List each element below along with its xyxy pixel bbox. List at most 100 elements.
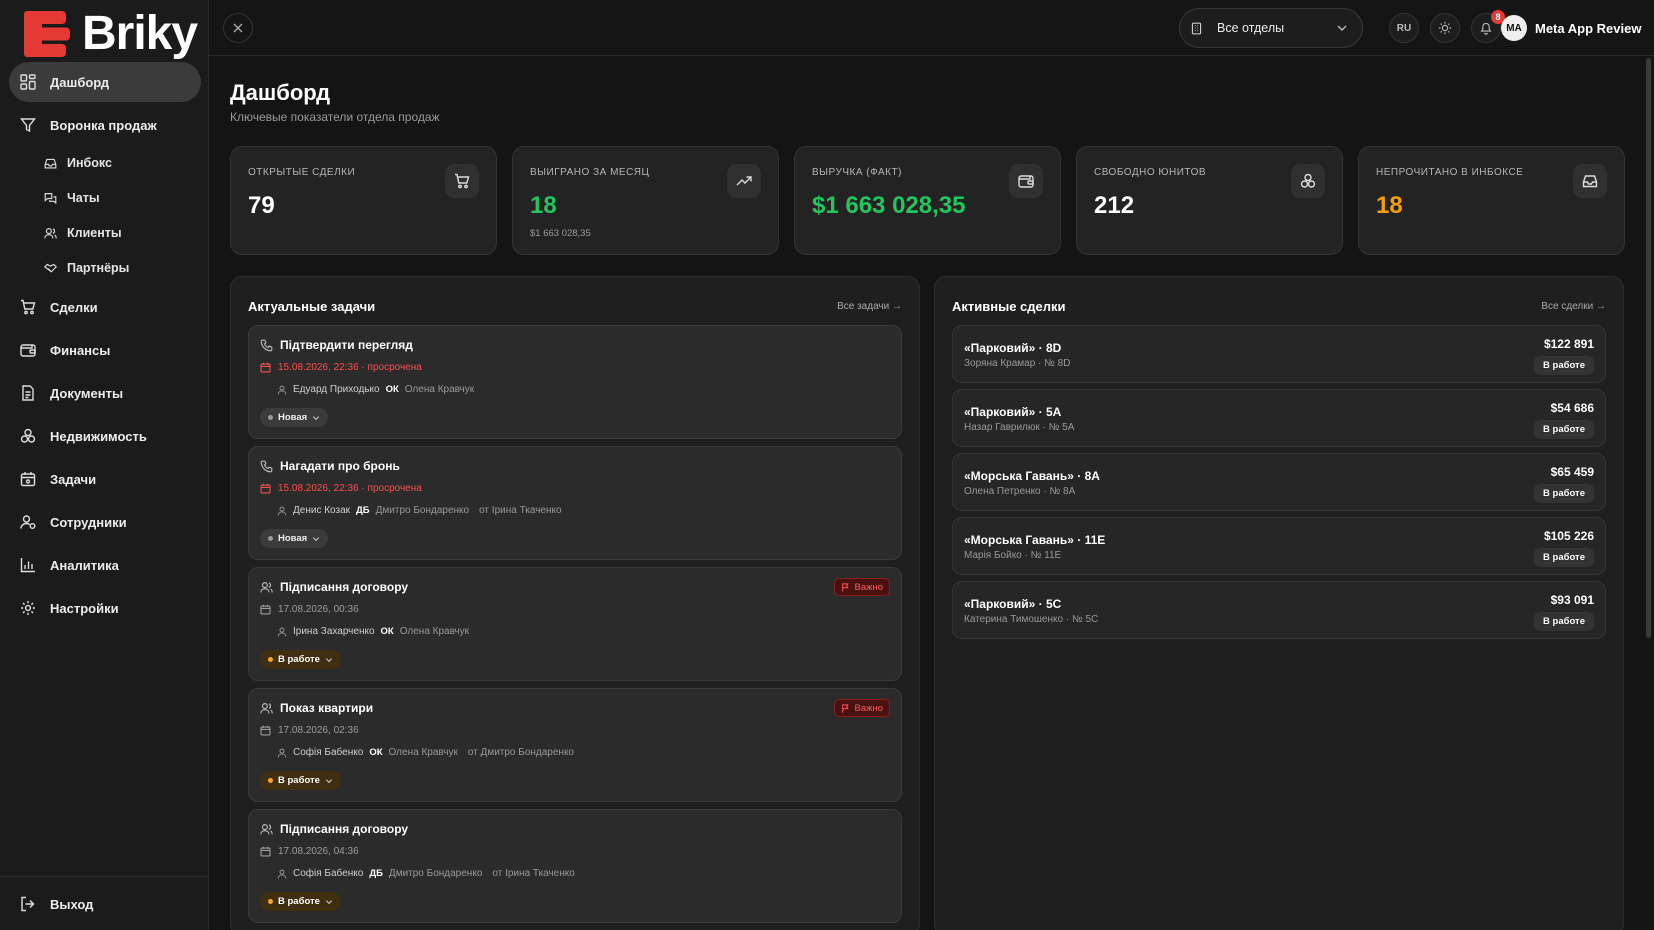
task-card[interactable]: Підписання договору 17.08.2026, 00:36 Ір… (248, 567, 902, 681)
deal-status-badge: В работе (1534, 356, 1594, 375)
department-select[interactable]: Все отделы (1179, 8, 1363, 48)
nav-sub-partners[interactable]: Партнёры (44, 255, 129, 281)
nav-sub-chats[interactable]: Чаты (44, 185, 100, 211)
nav-label: Сделки (50, 299, 98, 315)
task-status-dropdown[interactable]: Новая (260, 408, 329, 427)
important-badge[interactable]: Важно (834, 699, 890, 717)
funnel-icon (20, 118, 36, 133)
theme-toggle-button[interactable] (1430, 13, 1460, 43)
deal-status-badge: В работе (1534, 484, 1594, 503)
nav-staff[interactable]: Сотрудники (9, 502, 201, 542)
task-people: Едуард Приходько ОК Олена Кравчук (277, 384, 474, 395)
nav-finance[interactable]: Финансы (9, 330, 201, 370)
all-tasks-link[interactable]: Все задачи → (837, 301, 902, 312)
chevron-down-icon (313, 536, 320, 541)
language-button[interactable]: RU (1389, 13, 1419, 43)
task-client[interactable]: Ірина Захарченко (293, 626, 375, 637)
assignee-initials: ОК (380, 626, 394, 637)
nav-label: Воронка продаж (50, 117, 157, 133)
sun-icon (1438, 21, 1452, 35)
task-status-dropdown[interactable]: В работе (260, 892, 341, 911)
task-status-label: Новая (278, 533, 308, 544)
cart-icon (21, 299, 36, 315)
task-client[interactable]: Софія Бабенко (293, 747, 363, 758)
nav-settings[interactable]: Настройки (9, 588, 201, 628)
page-scrollbar[interactable] (1646, 58, 1651, 638)
stat-card-open-deals[interactable]: ОТКРЫТЫЕ СДЕЛКИ 79 (230, 146, 497, 255)
assignee-initials: ДБ (369, 868, 383, 879)
phone-icon (260, 339, 273, 352)
task-status-dropdown[interactable]: Новая (260, 529, 329, 548)
deal-card[interactable]: «Морська Гавань» · 8A Олена Петренко · №… (952, 453, 1606, 511)
nav-tasks[interactable]: Задачи (9, 459, 201, 499)
clients-icon (44, 227, 57, 238)
nav-logout[interactable]: Выход (9, 884, 201, 924)
stat-card-free-units[interactable]: СВОБОДНО ЮНИТОВ 212 (1076, 146, 1343, 255)
deal-title: «Парковий» · 8D (964, 341, 1062, 355)
task-assignee: Олена Кравчук (404, 384, 475, 395)
nav-sales-funnel[interactable]: Воронка продаж (9, 105, 201, 145)
task-date-value: 15.08.2026, 22:36 (278, 362, 359, 373)
nav-sub-inbox[interactable]: Инбокс (44, 150, 112, 176)
nav-deals[interactable]: Сделки (9, 287, 201, 327)
panel-title: Активные сделки (952, 299, 1066, 314)
task-date-value: 15.08.2026, 22:36 (278, 483, 359, 494)
nav-real-estate[interactable]: Недвижимость (9, 416, 201, 456)
stat-card-unread-inbox[interactable]: НЕПРОЧИТАНО В ИНБОКСЕ 18 (1358, 146, 1625, 255)
close-icon (233, 23, 243, 33)
task-date-value: 17.08.2026, 00:36 (278, 604, 359, 615)
deal-card[interactable]: «Морська Гавань» · 11E Марія Бойко · № 1… (952, 517, 1606, 575)
tasks-panel: Актуальные задачи Все задачи → Підтверди… (230, 276, 920, 930)
nav-analytics[interactable]: Аналитика (9, 545, 201, 585)
deal-subtitle: Катерина Тимошенко · № 5C (964, 614, 1099, 625)
document-icon (22, 385, 34, 401)
calendar-icon (260, 725, 271, 736)
gear-icon (21, 601, 35, 615)
task-status-label: Новая (278, 412, 308, 423)
sub-label: Клиенты (67, 226, 122, 240)
notifications-button[interactable]: 8 (1471, 10, 1505, 43)
task-card[interactable]: Підписання договору 17.08.2026, 04:36 Со… (248, 809, 902, 923)
important-badge[interactable]: Важно (834, 578, 890, 596)
user-menu[interactable]: MA Meta App Review (1501, 12, 1641, 44)
dashboard-icon (20, 74, 36, 90)
task-from: от Ірина Ткаченко (479, 505, 562, 516)
task-client[interactable]: Едуард Приходько (293, 384, 380, 395)
nav-documents[interactable]: Документы (9, 373, 201, 413)
deal-card[interactable]: «Парковий» · 5C Катерина Тимошенко · № 5… (952, 581, 1606, 639)
task-card[interactable]: Нагадати про бронь 15.08.2026, 22:36 · п… (248, 446, 902, 560)
deal-card[interactable]: «Парковий» · 5A Назар Гаврилюк · № 5A $5… (952, 389, 1606, 447)
task-card[interactable]: Підтвердити перегляд 15.08.2026, 22:36 ·… (248, 325, 902, 439)
task-status-label: В работе (278, 896, 320, 907)
wallet-icon (1009, 164, 1043, 198)
deal-amount: $93 091 (1550, 593, 1594, 607)
task-status-dropdown[interactable]: В работе (260, 771, 341, 790)
assignee-initials: ОК (385, 384, 399, 395)
nav-sub-clients[interactable]: Клиенты (44, 220, 122, 246)
close-sidebar-button[interactable] (223, 13, 253, 43)
calendar-icon (260, 604, 271, 615)
deal-status-badge: В работе (1534, 420, 1594, 439)
stat-card-won-month[interactable]: ВЫИГРАНО ЗА МЕСЯЦ 18 $1 663 028,35 (512, 146, 779, 255)
deal-title: «Морська Гавань» · 11E (964, 533, 1106, 547)
task-client[interactable]: Софія Бабенко (293, 868, 363, 879)
deal-title: «Парковий» · 5A (964, 405, 1062, 419)
chevron-down-icon (325, 899, 333, 904)
stat-card-revenue[interactable]: ВЫРУЧКА (ФАКТ) $1 663 028,35 (794, 146, 1061, 255)
status-dot (268, 415, 273, 420)
person-icon (277, 627, 287, 636)
overdue-label: · просрочена (361, 483, 422, 494)
deal-amount: $54 686 (1550, 401, 1594, 415)
meeting-icon (260, 824, 273, 835)
all-deals-link[interactable]: Все сделки → (1541, 301, 1606, 312)
person-icon (277, 748, 287, 757)
brand-logo[interactable]: Briky (24, 6, 198, 61)
deal-card[interactable]: «Парковий» · 8D Зоряна Крамар · № 8D $12… (952, 325, 1606, 383)
task-status-dropdown[interactable]: В работе (260, 650, 341, 669)
stat-label: НЕПРОЧИТАНО В ИНБОКСЕ (1376, 167, 1524, 178)
task-client[interactable]: Денис Козак (293, 505, 350, 516)
task-from: от Дмитро Бондаренко (467, 747, 574, 758)
assignee-initials: ОК (369, 747, 383, 758)
task-card[interactable]: Показ квартири 17.08.2026, 02:36 Софія Б… (248, 688, 902, 802)
nav-dashboard[interactable]: Дашборд (9, 62, 201, 102)
